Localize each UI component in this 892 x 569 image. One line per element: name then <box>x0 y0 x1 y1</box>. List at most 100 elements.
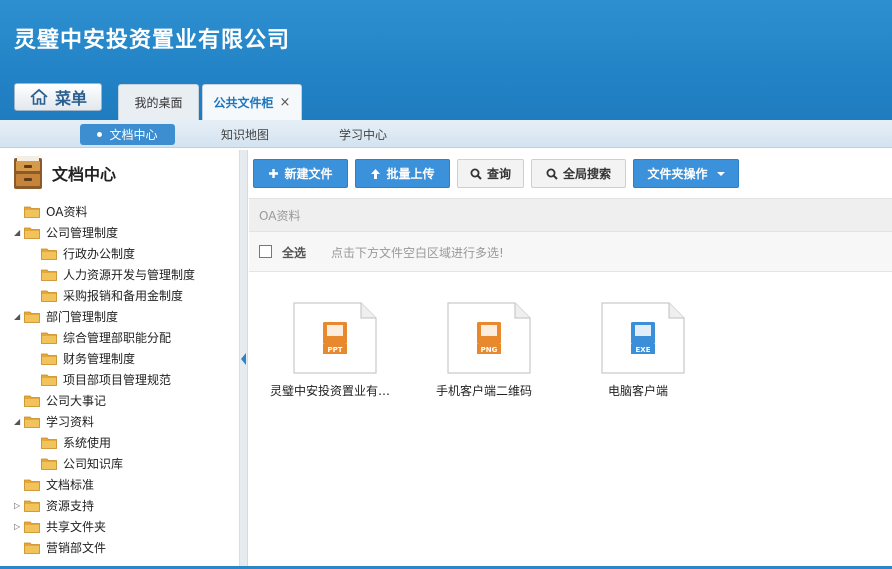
folder-icon <box>41 374 57 386</box>
tree-item-label: 公司管理制度 <box>46 225 119 240</box>
company-title: 灵璧中安投资置业有限公司 <box>14 27 291 53</box>
file-exe-icon: EXE <box>601 302 685 374</box>
tree-item[interactable]: 综合管理部职能分配 <box>31 328 171 346</box>
button-label: 文件夹操作 <box>647 167 708 181</box>
chevron-down-icon <box>716 171 725 176</box>
search-icon <box>546 168 558 180</box>
tree-item-label: 财务管理制度 <box>63 351 136 366</box>
subnav-knowledge-map[interactable]: 知识地图 <box>210 124 280 145</box>
home-icon <box>30 88 48 105</box>
global-search-button[interactable]: 全局搜索 <box>531 159 626 188</box>
tree-item[interactable]: ◢ 学习资料 <box>14 412 94 430</box>
expand-arrow-icon[interactable]: ▷ <box>14 501 24 510</box>
folder-icon <box>24 227 40 239</box>
tree-item-label: 人力资源开发与管理制度 <box>63 267 196 282</box>
upload-arrow-icon <box>371 168 381 179</box>
tree-item-label: 资源支持 <box>46 498 95 513</box>
tree-item-label: 采购报销和备用金制度 <box>63 288 184 303</box>
tree-item[interactable]: ▷ 共享文件夹 <box>14 517 106 535</box>
sidebar-header: 文档中心 <box>12 154 116 192</box>
collapse-arrow-icon[interactable]: ◢ <box>14 417 24 426</box>
menu-button[interactable]: 菜单 <box>14 83 102 111</box>
collapse-arrow-icon[interactable]: ◢ <box>14 312 24 321</box>
tree-item-label: 文档标准 <box>46 477 95 492</box>
tree-item[interactable]: ▷ 资源支持 <box>14 496 94 514</box>
file-item[interactable]: PNG 手机客户端二维码 <box>409 302 559 402</box>
folder-icon <box>24 542 40 554</box>
tree-item[interactable]: 公司知识库 <box>31 454 123 472</box>
button-label: 全局搜索 <box>562 167 611 181</box>
subnav-label: 文档中心 <box>109 128 158 142</box>
tree-item-label: 营销部文件 <box>46 540 107 555</box>
button-label: 查询 <box>486 167 511 181</box>
button-label: 新建文件 <box>284 167 333 181</box>
folder-operations-dropdown[interactable]: 文件夹操作 <box>633 159 739 188</box>
tree-item-label: 公司知识库 <box>63 456 124 471</box>
batch-upload-button[interactable]: 批量上传 <box>355 159 450 188</box>
tab-my-desktop[interactable]: 我的桌面 <box>118 84 199 120</box>
file-item[interactable]: EXE 电脑客户端 <box>563 302 713 402</box>
active-dot-icon <box>97 132 103 137</box>
file-png-icon: PNG <box>447 302 531 374</box>
toolbar: 新建文件 批量上传 查询 全局搜索 文件夹操作 <box>249 150 892 198</box>
svg-text:PNG: PNG <box>481 346 498 354</box>
tree-item[interactable]: 行政办公制度 <box>31 244 135 262</box>
select-bar: 全选 点击下方文件空白区域进行多选! <box>249 232 892 272</box>
tree-item[interactable]: 文档标准 <box>14 475 94 493</box>
sidebar: 文档中心 OA资料 ◢ 公司管理制度行政办公制度人力资源开发与管理制度 采购报销和备用… <box>0 150 240 569</box>
tab-public-cabinet[interactable]: 公共文件柜 × <box>202 84 302 120</box>
folder-icon <box>24 206 40 218</box>
tree-item-label: 共享文件夹 <box>46 519 107 534</box>
tree-item-label: OA资料 <box>46 204 88 219</box>
svg-text:PPT: PPT <box>327 346 342 354</box>
select-all-label[interactable]: 全选 <box>282 244 306 261</box>
expand-arrow-icon[interactable]: ▷ <box>14 522 24 531</box>
folder-icon <box>24 311 40 323</box>
tree-item[interactable]: 项目部项目管理规范 <box>31 370 171 388</box>
tree-item[interactable]: 系统使用 <box>31 433 111 451</box>
folder-icon <box>24 500 40 512</box>
select-all-checkbox[interactable] <box>259 245 272 258</box>
tree-item-label: 部门管理制度 <box>46 309 119 324</box>
folder-icon <box>24 479 40 491</box>
collapse-arrow-icon[interactable]: ◢ <box>14 228 24 237</box>
sidebar-splitter[interactable] <box>240 150 248 569</box>
tree-item[interactable]: 公司大事记 <box>14 391 106 409</box>
tree-item-label: 综合管理部职能分配 <box>63 330 172 345</box>
tree-item[interactable]: 营销部文件 <box>14 538 106 556</box>
tree-item[interactable]: 财务管理制度 <box>31 349 135 367</box>
new-file-button[interactable]: 新建文件 <box>253 159 348 188</box>
file-name: 手机客户端二维码 <box>435 384 532 398</box>
folder-icon <box>41 248 57 260</box>
subnav-learning-center[interactable]: 学习中心 <box>328 124 398 145</box>
file-item[interactable]: PPT 灵璧中安投资置业有… <box>255 302 405 402</box>
search-icon <box>470 168 482 180</box>
tree-item[interactable]: ◢ 公司管理制度 <box>14 223 118 241</box>
svg-text:EXE: EXE <box>636 346 651 354</box>
subnav-doc-center[interactable]: 文档中心 <box>80 124 175 145</box>
file-ppt-icon: PPT <box>293 302 377 374</box>
close-icon[interactable]: × <box>280 95 291 110</box>
file-cabinet-icon <box>14 156 42 189</box>
tree-item[interactable]: 采购报销和备用金制度 <box>31 286 183 304</box>
subnav-label: 知识地图 <box>220 128 269 142</box>
collapse-arrow-icon[interactable] <box>241 353 246 365</box>
main-content: 新建文件 批量上传 查询 全局搜索 文件夹操作 OA资料 全选 点击下方文件空白… <box>249 150 892 569</box>
query-button[interactable]: 查询 <box>457 159 524 188</box>
folder-icon <box>24 416 40 428</box>
tree-item-label: 公司大事记 <box>46 393 107 408</box>
file-name: 灵璧中安投资置业有… <box>269 384 390 398</box>
tree-item[interactable]: 人力资源开发与管理制度 <box>31 265 195 283</box>
tree-item[interactable]: OA资料 <box>14 202 87 220</box>
tree-item[interactable]: ◢ 部门管理制度 <box>14 307 118 325</box>
tab-label: 公共文件柜 <box>213 96 274 110</box>
path-bar: OA资料 <box>249 198 892 232</box>
button-label: 批量上传 <box>386 167 435 181</box>
folder-icon <box>41 458 57 470</box>
folder-icon <box>41 353 57 365</box>
tree-item-label: 行政办公制度 <box>63 246 136 261</box>
sidebar-title: 文档中心 <box>52 165 117 184</box>
folder-icon <box>24 521 40 533</box>
menu-label: 菜单 <box>54 89 87 108</box>
sub-navigation: 文档中心 知识地图 学习中心 <box>0 120 892 148</box>
